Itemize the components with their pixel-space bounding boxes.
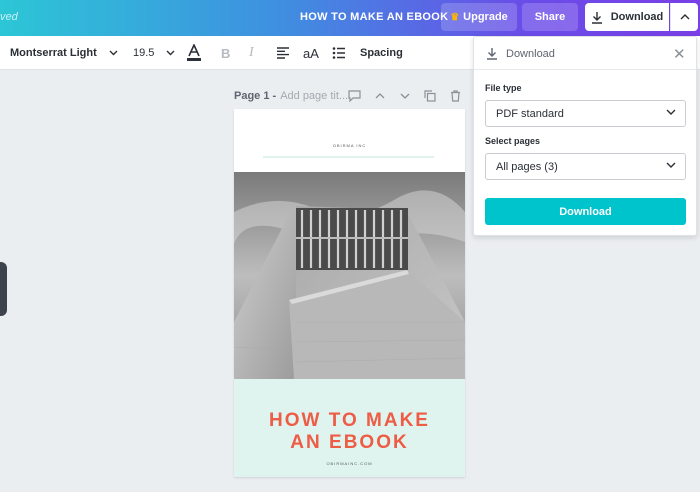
- cover-website[interactable]: OBIRMAINC.COM: [234, 461, 465, 466]
- list-button[interactable]: [332, 36, 346, 70]
- page-title-input[interactable]: Add page tit...: [280, 90, 348, 102]
- download-menu-toggle[interactable]: [670, 3, 698, 31]
- letter-case-button[interactable]: aA: [303, 36, 319, 70]
- cover-title[interactable]: HOW TO MAKE AN EBOOK: [234, 410, 465, 454]
- align-button[interactable]: [276, 36, 290, 70]
- share-label: Share: [534, 11, 566, 23]
- spacing-button[interactable]: Spacing: [360, 36, 403, 70]
- font-family-value: Montserrat Light: [10, 47, 97, 59]
- share-button[interactable]: Share: [522, 3, 578, 31]
- list-icon: [332, 47, 345, 59]
- download-submit-button[interactable]: Download: [485, 198, 686, 225]
- top-bar: ved HOW TO MAKE AN EBOOK ♛ Upgrade Share…: [0, 0, 700, 36]
- text-color-button[interactable]: [186, 36, 202, 70]
- comment-icon[interactable]: [347, 89, 361, 103]
- file-type-value: PDF standard: [496, 107, 564, 120]
- page-label: Page 1 -: [234, 90, 277, 102]
- cover-title-line-2: AN EBOOK: [290, 432, 409, 453]
- text-color-icon: [187, 44, 201, 61]
- font-size-dropdown[interactable]: 19.5: [133, 36, 175, 70]
- select-pages-value: All pages (3): [496, 160, 558, 173]
- chevron-down-icon: [666, 162, 676, 168]
- building-photo[interactable]: [234, 172, 465, 379]
- copy-icon[interactable]: [423, 89, 437, 103]
- download-button[interactable]: Download: [585, 3, 669, 31]
- download-icon: [487, 48, 497, 60]
- chevron-down-icon: [666, 109, 676, 115]
- select-pages-label: Select pages: [485, 136, 541, 146]
- brand-name-top[interactable]: OBIRMA INC: [234, 143, 465, 148]
- align-left-icon: [277, 47, 289, 59]
- file-type-select[interactable]: PDF standard: [485, 100, 686, 127]
- font-family-dropdown[interactable]: Montserrat Light: [10, 36, 118, 70]
- download-label: Download: [610, 11, 664, 23]
- chevron-down-icon: [166, 50, 175, 56]
- move-page-up-icon[interactable]: [373, 89, 387, 103]
- italic-button[interactable]: I: [249, 36, 254, 70]
- download-panel-title: Download: [506, 48, 555, 60]
- crown-icon: ♛: [450, 11, 460, 23]
- save-status: ved: [0, 11, 18, 23]
- file-type-label: File type: [485, 83, 522, 93]
- building-image: [234, 172, 465, 379]
- divider-line: [263, 156, 434, 158]
- page-header: Page 1 - Add page tit...: [234, 88, 348, 104]
- download-icon: [591, 11, 602, 24]
- cover-title-band[interactable]: HOW TO MAKE AN EBOOK OBIRMAINC.COM: [234, 379, 465, 477]
- side-panel-handle[interactable]: [0, 262, 7, 316]
- select-pages-select[interactable]: All pages (3): [485, 153, 686, 180]
- ebook-page[interactable]: OBIRMA INC HOW TO MAKE AN EBOOK OBIRMAIN…: [234, 109, 465, 477]
- close-icon[interactable]: ✕: [673, 45, 686, 63]
- download-panel-header: Download ✕: [474, 37, 696, 70]
- font-size-value: 19.5: [133, 47, 155, 59]
- move-page-down-icon[interactable]: [398, 89, 412, 103]
- trash-icon[interactable]: [448, 89, 462, 103]
- chevron-down-icon: [109, 50, 118, 56]
- download-panel: Download ✕ File type PDF standard Select…: [473, 36, 697, 236]
- cover-title-line-1: HOW TO MAKE: [269, 410, 430, 431]
- bold-button[interactable]: B: [221, 36, 230, 70]
- upgrade-label: Upgrade: [463, 11, 508, 23]
- document-title[interactable]: HOW TO MAKE AN EBOOK: [300, 11, 448, 23]
- chevron-up-icon: [680, 14, 689, 20]
- upgrade-button[interactable]: ♛ Upgrade: [441, 3, 517, 31]
